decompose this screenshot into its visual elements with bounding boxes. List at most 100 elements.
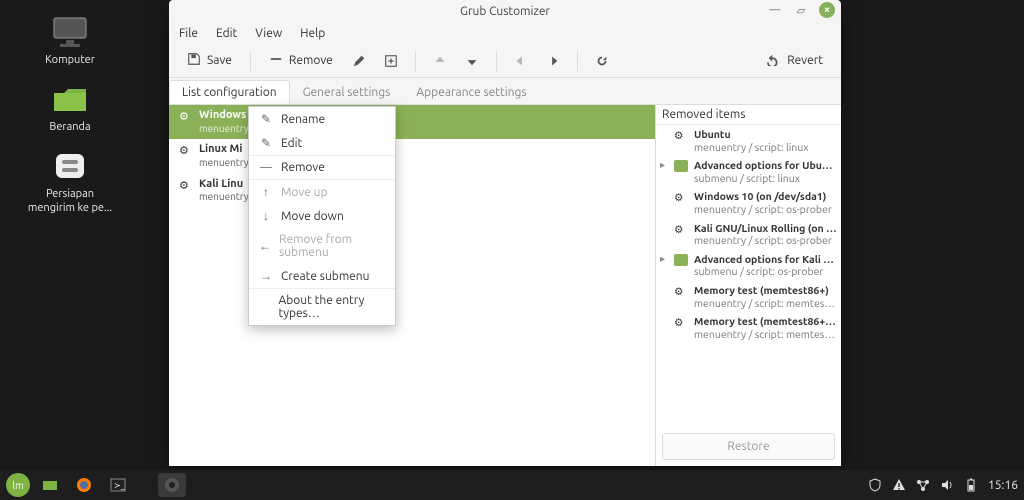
entry-icon: ⚙ xyxy=(674,128,690,142)
taskbar: lm ≻_ 15:16 xyxy=(0,470,1024,500)
separator xyxy=(250,51,251,71)
removed-heading: Removed items xyxy=(656,105,841,125)
desktop-icon-label: Komputer xyxy=(45,54,95,67)
start-menu-icon[interactable]: lm xyxy=(6,473,30,497)
entry-icon: ⚙ xyxy=(674,284,690,298)
ctx-move-up[interactable]: ↑Move up xyxy=(249,179,395,204)
network-icon[interactable] xyxy=(916,478,930,492)
folder-home-icon xyxy=(47,81,93,117)
menubar: File Edit View Help xyxy=(169,22,841,44)
context-menu: ✎Rename ✎Edit —Remove ↑Move up ↓Move dow… xyxy=(248,106,396,326)
left-arrow-icon[interactable] xyxy=(507,48,535,74)
up-arrow-icon[interactable] xyxy=(426,48,454,74)
list-item[interactable]: ⚙ Kali Linu menuentry xyxy=(169,174,655,208)
desktop-icon-label: Persiapan mengirim ke pe... xyxy=(25,188,115,214)
ctx-move-down[interactable]: ↓Move down xyxy=(249,204,395,228)
down-icon: ↓ xyxy=(259,209,273,223)
left-icon: ← xyxy=(259,239,271,253)
desktop: Komputer Beranda Persiapan mengirim ke p… xyxy=(0,0,160,215)
ctx-create-submenu[interactable]: →Create submenu xyxy=(249,264,395,288)
separator xyxy=(415,51,416,71)
taskbar-app-grub[interactable] xyxy=(158,473,186,497)
up-icon: ↑ xyxy=(259,185,273,199)
right-arrow-icon[interactable] xyxy=(539,48,567,74)
volume-icon[interactable] xyxy=(940,478,954,492)
svg-text:≻_: ≻_ xyxy=(114,481,125,490)
list-item[interactable]: ▸ Advanced options for Kali G...submenu … xyxy=(656,250,841,281)
monitor-icon xyxy=(47,14,93,50)
maximize-button[interactable]: ▱ xyxy=(793,2,809,18)
refresh-icon[interactable] xyxy=(588,48,616,74)
list-item[interactable]: ▸ Advanced options for Ubuntusubmenu / s… xyxy=(656,156,841,187)
ctx-about-entry-types[interactable]: About the entry types… xyxy=(249,288,395,325)
rename-icon: ✎ xyxy=(259,112,273,126)
warning-icon[interactable] xyxy=(892,478,906,492)
remove-icon: — xyxy=(259,161,273,174)
desktop-icon-komputer[interactable]: Komputer xyxy=(20,14,120,67)
close-button[interactable]: × xyxy=(819,2,835,18)
ctx-edit[interactable]: ✎Edit xyxy=(249,131,395,155)
desktop-icon-beranda[interactable]: Beranda xyxy=(20,81,120,134)
titlebar[interactable]: Grub Customizer — ▱ × xyxy=(169,0,841,22)
toolbar: Save Remove Revert xyxy=(169,44,841,78)
menu-edit[interactable]: Edit xyxy=(216,27,237,40)
firefox-icon[interactable] xyxy=(70,473,98,497)
list-item[interactable]: ⚙ Windows 10 Pro menuentry xyxy=(169,105,655,139)
revert-icon xyxy=(767,52,781,69)
system-tray: 15:16 xyxy=(868,478,1018,492)
list-item[interactable]: ⚙ Linux Mi menuentry xyxy=(169,139,655,173)
ctx-remove[interactable]: —Remove xyxy=(249,155,395,179)
right-icon: → xyxy=(259,269,273,283)
remove-button[interactable]: Remove xyxy=(261,48,341,73)
tab-appearance-settings[interactable]: Appearance settings xyxy=(403,80,539,104)
ctx-remove-from-submenu[interactable]: ←Remove from submenu xyxy=(249,228,395,264)
menu-file[interactable]: File xyxy=(179,27,198,40)
battery-icon[interactable] xyxy=(964,478,978,492)
entry-icon: ⚙ xyxy=(179,178,193,192)
save-button[interactable]: Save xyxy=(179,48,240,73)
entry-icon: ⚙ xyxy=(674,190,690,204)
list-item[interactable]: ⚙ Ubuntumenuentry / script: linux xyxy=(656,125,841,156)
desktop-icon-label: Beranda xyxy=(49,121,90,134)
entry-icon: ⚙ xyxy=(674,315,690,329)
files-icon[interactable] xyxy=(36,473,64,497)
submenu-icon xyxy=(674,253,690,268)
shield-icon[interactable] xyxy=(868,478,882,492)
clock[interactable]: 15:16 xyxy=(988,479,1018,492)
tab-list-configuration[interactable]: List configuration xyxy=(169,80,290,104)
list-item[interactable]: ⚙ Memory test (memtest86+, ...menuentry … xyxy=(656,312,841,343)
new-entry-icon[interactable] xyxy=(377,48,405,74)
restore-button[interactable]: Restore xyxy=(662,433,835,460)
list-item[interactable]: ⚙ Windows 10 (on /dev/sda1)menuentry / s… xyxy=(656,187,841,218)
minus-icon xyxy=(269,52,283,69)
removed-list[interactable]: ⚙ Ubuntumenuentry / script: linux ▸ Adva… xyxy=(656,125,841,427)
tab-bar: List configuration General settings Appe… xyxy=(169,78,841,104)
edit-icon: ✎ xyxy=(259,136,273,150)
desktop-icon-persiapan[interactable]: Persiapan mengirim ke pe... xyxy=(20,148,120,214)
minimize-button[interactable]: — xyxy=(767,2,783,18)
list-item[interactable]: ⚙ Memory test (memtest86+)menuentry / sc… xyxy=(656,281,841,312)
save-icon xyxy=(187,52,201,69)
entry-icon: ⚙ xyxy=(179,143,193,157)
terminal-icon[interactable]: ≻_ xyxy=(104,473,132,497)
entry-list[interactable]: ⚙ Windows 10 Pro menuentry ⚙ Linux Mi me… xyxy=(169,105,655,466)
menu-help[interactable]: Help xyxy=(300,27,325,40)
down-arrow-icon[interactable] xyxy=(458,48,486,74)
menu-view[interactable]: View xyxy=(255,27,282,40)
submenu-icon xyxy=(674,159,690,174)
svg-text:lm: lm xyxy=(12,480,23,491)
entry-icon: ⚙ xyxy=(179,109,193,123)
edit-pencil-icon[interactable] xyxy=(345,48,373,74)
entry-icon: ⚙ xyxy=(674,222,690,236)
expand-icon[interactable]: ▸ xyxy=(660,159,670,171)
removed-panel: Removed items ⚙ Ubuntumenuentry / script… xyxy=(655,105,841,466)
list-item[interactable]: ⚙ Kali GNU/Linux Rolling (on /...menuent… xyxy=(656,219,841,250)
revert-button[interactable]: Revert xyxy=(759,48,831,73)
window-title: Grub Customizer xyxy=(460,5,550,18)
tab-general-settings[interactable]: General settings xyxy=(290,80,404,104)
separator xyxy=(496,51,497,71)
settings-icon xyxy=(47,148,93,184)
ctx-rename[interactable]: ✎Rename xyxy=(249,107,395,131)
expand-icon[interactable]: ▸ xyxy=(660,253,670,265)
separator xyxy=(577,51,578,71)
